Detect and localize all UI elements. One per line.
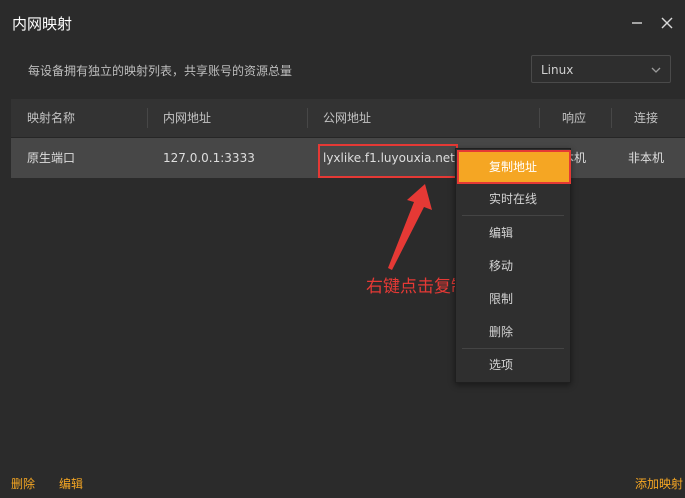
column-header-connect[interactable]: 连接 bbox=[611, 99, 685, 137]
column-header-name[interactable]: 映射名称 bbox=[11, 99, 147, 137]
cell-public-address: lyxlike.f1.luyouxia.net:1 bbox=[323, 151, 463, 165]
column-header-response[interactable]: 响应 bbox=[539, 99, 611, 137]
close-icon bbox=[661, 17, 673, 29]
menu-item-move[interactable]: 移动 bbox=[456, 251, 570, 281]
menu-item-edit[interactable]: 编辑 bbox=[456, 218, 570, 248]
menu-item-delete[interactable]: 删除 bbox=[456, 317, 570, 347]
cell-local-address: 127.0.0.1:3333 bbox=[163, 151, 255, 165]
minimize-button[interactable] bbox=[624, 10, 650, 36]
window-title: 内网映射 bbox=[12, 15, 73, 33]
cell-connect: 非本机 bbox=[628, 151, 665, 165]
menu-divider bbox=[462, 215, 564, 216]
close-button[interactable] bbox=[654, 10, 680, 36]
menu-divider bbox=[462, 348, 564, 349]
minimize-icon bbox=[632, 22, 642, 24]
menu-item-copy-address[interactable]: 复制地址 bbox=[457, 150, 571, 184]
table-row[interactable]: 原生端口 127.0.0.1:3333 lyxlike.f1.luyouxia.… bbox=[11, 138, 685, 178]
menu-item-limit[interactable]: 限制 bbox=[456, 284, 570, 314]
os-select-value: Linux bbox=[541, 63, 574, 77]
annotation-text: 右键点击复制 bbox=[366, 277, 468, 297]
delete-link[interactable]: 删除 bbox=[11, 475, 35, 492]
column-header-public[interactable]: 公网地址 bbox=[307, 99, 539, 137]
menu-item-options[interactable]: 选项 bbox=[456, 350, 570, 380]
column-header-local[interactable]: 内网地址 bbox=[147, 99, 307, 137]
os-select[interactable]: Linux bbox=[531, 55, 671, 83]
add-mapping-link[interactable]: 添加映射 bbox=[635, 475, 683, 492]
arrow-icon bbox=[388, 184, 432, 270]
description-text: 每设备拥有独立的映射列表，共享账号的资源总量 bbox=[28, 64, 293, 78]
table-header: 映射名称 内网地址 公网地址 响应 连接 bbox=[11, 99, 685, 138]
context-menu: 复制地址 实时在线 编辑 移动 限制 删除 选项 bbox=[455, 148, 571, 383]
menu-item-realtime-online[interactable]: 实时在线 bbox=[456, 184, 570, 214]
title-bar: 内网映射 bbox=[0, 0, 685, 46]
edit-link[interactable]: 编辑 bbox=[59, 475, 83, 492]
chevron-down-icon bbox=[651, 67, 661, 73]
cell-name: 原生端口 bbox=[27, 151, 76, 165]
